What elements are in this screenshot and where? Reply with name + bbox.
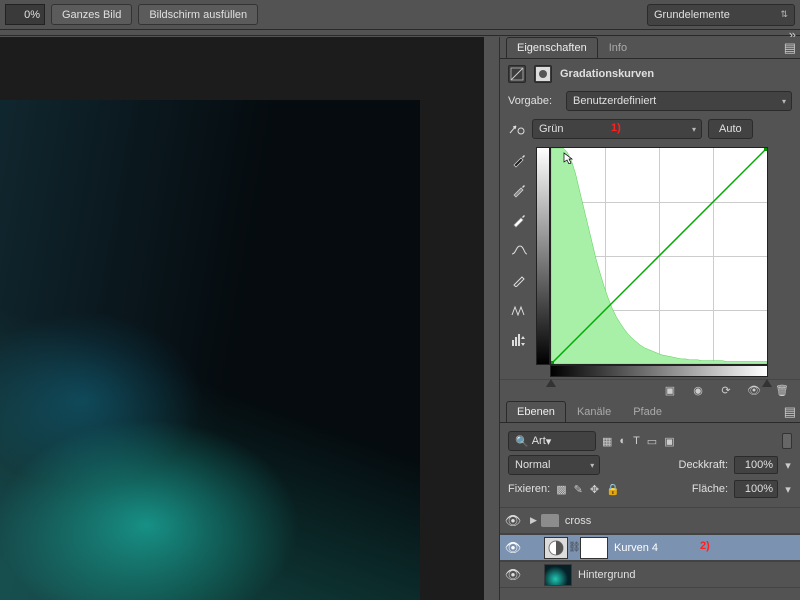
lock-icons: ▩ ✎ ✥ 🔒: [556, 483, 620, 496]
adjustment-thumb[interactable]: [544, 537, 568, 559]
eyedropper-white-icon[interactable]: [510, 211, 528, 229]
black-point-slider[interactable]: [546, 379, 556, 387]
mask-thumb[interactable]: [580, 537, 608, 559]
eyedropper-gray-icon[interactable]: [510, 181, 528, 199]
input-gradient: [550, 365, 768, 377]
visibility-toggle[interactable]: 👁: [500, 567, 526, 583]
tab-info[interactable]: Info: [598, 37, 638, 58]
smooth-tool-icon[interactable]: [510, 301, 528, 319]
layers-list: 👁 ▶ cross 👁 ⛓ Kurven 4 2) 👁 Hintergrund: [500, 507, 800, 588]
adjustment-title: Gradationskurven: [560, 68, 654, 80]
curve-point-tool-icon[interactable]: [510, 241, 528, 259]
auto-button[interactable]: Auto: [708, 119, 753, 139]
filter-smart-icon[interactable]: ▣: [664, 435, 674, 448]
fill-label: Fläche:: [692, 483, 728, 495]
lock-all-icon[interactable]: 🔒: [606, 483, 620, 496]
layers-tabs: Ebenen Kanäle Pfade ▤: [500, 401, 800, 423]
tab-paths[interactable]: Pfade: [622, 401, 673, 422]
properties-footer: ▣ ◉ ⟳ 👁 🗑: [500, 379, 800, 401]
zoom-field[interactable]: [5, 4, 45, 25]
options-bar: Ganzes Bild Bildschirm ausfüllen Grundel…: [0, 0, 800, 30]
chevron-down-icon[interactable]: ▾: [784, 483, 792, 496]
chevron-down-icon: ▾: [692, 125, 696, 134]
mask-icon: [534, 65, 552, 83]
opacity-field[interactable]: [734, 456, 778, 474]
layer-name[interactable]: Hintergrund: [578, 569, 635, 581]
eyedropper-black-icon[interactable]: [510, 151, 528, 169]
fill-screen-button[interactable]: Bildschirm ausfüllen: [138, 4, 258, 25]
expand-arrow-icon[interactable]: ▶: [526, 515, 541, 526]
panel-menu-icon[interactable]: ▤: [784, 404, 796, 420]
lock-pixels-icon[interactable]: ✎: [574, 483, 583, 496]
chevron-down-icon: ▾: [782, 97, 786, 106]
chevron-down-icon[interactable]: ▾: [784, 459, 792, 472]
filter-adjust-icon[interactable]: ◐: [619, 435, 626, 447]
curves-adjustment-icon: [508, 65, 526, 83]
toggle-visibility-icon[interactable]: 👁: [746, 383, 762, 399]
fill-field[interactable]: [734, 480, 778, 498]
panel-menu-icon[interactable]: ▤: [784, 40, 796, 56]
workspace-select[interactable]: Grundelemente ⇅: [647, 4, 795, 26]
properties-tabs: Eigenschaften Info ▤: [500, 37, 800, 59]
filter-pixel-icon[interactable]: ▦: [602, 435, 612, 448]
clip-to-layer-icon[interactable]: ▣: [662, 383, 678, 399]
layer-group-row[interactable]: 👁 ▶ cross: [500, 507, 800, 534]
tab-layers[interactable]: Ebenen: [506, 401, 566, 422]
visibility-toggle[interactable]: 👁: [500, 540, 526, 556]
filter-type-icon[interactable]: T: [633, 435, 640, 447]
layer-adjustment-row[interactable]: 👁 ⛓ Kurven 4 2): [500, 534, 800, 561]
reset-icon[interactable]: ⟳: [718, 383, 734, 399]
curves-tools: [508, 147, 530, 377]
layer-name[interactable]: Kurven 4: [614, 542, 658, 554]
annotation-1: 1): [611, 122, 621, 134]
curve-grid[interactable]: [550, 147, 768, 365]
layer-name[interactable]: cross: [565, 515, 591, 527]
preset-select[interactable]: Benutzerdefiniert ▾: [566, 91, 792, 111]
properties-header: Gradationskurven: [500, 59, 800, 87]
white-point-slider[interactable]: [762, 379, 772, 387]
preset-label: Vorgabe:: [508, 95, 560, 107]
filter-toggle[interactable]: [782, 433, 792, 449]
view-previous-icon[interactable]: ◉: [690, 383, 706, 399]
blend-mode-select[interactable]: Normal ▾: [508, 455, 600, 475]
delete-adjustment-icon[interactable]: 🗑: [774, 383, 790, 399]
filter-shape-icon[interactable]: ▭: [647, 435, 657, 448]
output-gradient: [536, 147, 550, 365]
histogram-options-icon[interactable]: [510, 331, 528, 349]
layer-thumb[interactable]: [544, 564, 572, 586]
annotation-2: 2): [700, 540, 710, 552]
visibility-toggle[interactable]: 👁: [500, 513, 526, 529]
pencil-tool-icon[interactable]: [510, 271, 528, 289]
curves-graph[interactable]: [536, 147, 768, 377]
fit-whole-button[interactable]: Ganzes Bild: [51, 4, 132, 25]
lock-label: Fixieren:: [508, 483, 550, 495]
lock-position-icon[interactable]: ✥: [590, 483, 599, 496]
layer-background-row[interactable]: 👁 Hintergrund: [500, 561, 800, 588]
workspace-label: Grundelemente: [654, 9, 730, 21]
opacity-label: Deckkraft:: [679, 459, 729, 471]
chevron-down-icon: ▾: [546, 435, 552, 448]
search-icon: 🔍: [515, 435, 529, 448]
target-adjustment-icon[interactable]: [508, 120, 526, 138]
tab-properties[interactable]: Eigenschaften: [506, 37, 598, 58]
chevron-down-icon: ▾: [590, 461, 594, 470]
tab-channels[interactable]: Kanäle: [566, 401, 622, 422]
layer-filter-select[interactable]: 🔍 Art ▾: [508, 431, 596, 451]
folder-icon: [541, 514, 559, 527]
lock-transparent-icon[interactable]: ▩: [556, 483, 566, 496]
channel-select[interactable]: Grün ▾ 1): [532, 119, 702, 139]
link-icon[interactable]: ⛓: [568, 542, 580, 553]
chevron-updown-icon: ⇅: [780, 9, 788, 20]
cursor-arrow-icon: [563, 152, 575, 164]
canvas-area[interactable]: [0, 37, 484, 600]
image-canvas: [0, 100, 420, 600]
